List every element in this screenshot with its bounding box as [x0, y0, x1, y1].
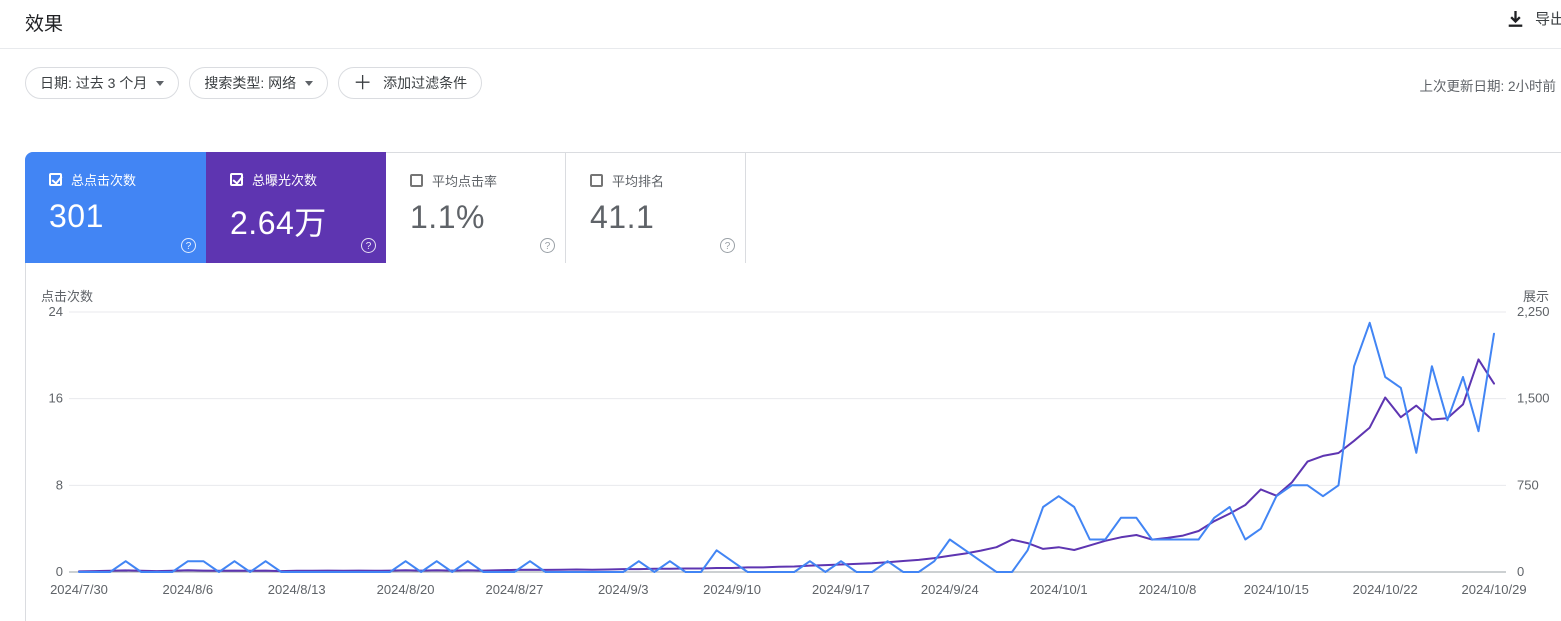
x-axis-tick: 2024/9/17 — [812, 582, 870, 597]
x-axis-tick: 2024/10/15 — [1244, 582, 1309, 597]
date-filter-label: 日期: 过去 3 个月 — [40, 75, 148, 91]
y-left-tick: 24 — [49, 304, 63, 319]
add-filter-label: 添加过滤条件 — [383, 75, 468, 91]
plus-icon: ＋ — [353, 72, 373, 94]
x-axis-tick: 2024/9/24 — [921, 582, 979, 597]
search-type-label: 搜索类型: 网络 — [204, 75, 297, 91]
x-axis-tick: 2024/10/29 — [1462, 582, 1527, 597]
y-right-tick: 1,500 — [1517, 391, 1550, 406]
y-left-tick: 0 — [56, 564, 63, 579]
x-axis-tick: 2024/10/8 — [1139, 582, 1197, 597]
add-filter-chip[interactable]: ＋ 添加过滤条件 — [338, 67, 483, 99]
x-axis-tick: 2024/8/20 — [377, 582, 435, 597]
chevron-down-icon — [305, 81, 314, 86]
x-axis-tick: 2024/8/6 — [163, 582, 214, 597]
y-right-axis-title: 展示 — [1523, 289, 1549, 304]
x-axis-tick: 2024/7/30 — [50, 582, 108, 597]
x-axis-tick: 2024/8/27 — [485, 582, 543, 597]
y-left-tick: 16 — [49, 391, 63, 406]
y-right-tick: 2,250 — [1517, 304, 1550, 319]
impressions-line — [78, 358, 1495, 573]
date-filter-chip[interactable]: 日期: 过去 3 个月 — [25, 67, 180, 99]
last-updated-text: 上次更新日期: 2小时前 — [1419, 79, 1556, 94]
x-axis-tick: 2024/9/10 — [703, 582, 761, 597]
x-axis-tick: 2024/9/3 — [598, 582, 649, 597]
export-button[interactable]: 导出 — [1506, 8, 1561, 29]
chevron-down-icon — [156, 81, 165, 86]
y-left-tick: 8 — [56, 477, 63, 492]
x-axis-tick: 2024/10/1 — [1030, 582, 1088, 597]
download-icon — [1506, 9, 1525, 28]
performance-chart[interactable]: 0 8 16 24 0 750 1,500 2,250 点击次数 展示 2024/7/30 2024/… — [26, 153, 1561, 621]
x-axis-tick: 2024/10/22 — [1353, 582, 1418, 597]
export-label: 导出 — [1535, 11, 1561, 28]
header-divider — [0, 48, 1561, 49]
y-right-tick: 750 — [1517, 477, 1539, 492]
page-title: 效果 — [25, 14, 64, 35]
performance-panel: 总点击次数 301 ? 总曝光次数 2.64万 ? 平均点击率 1.1% ? 平… — [25, 152, 1561, 621]
clicks-line — [78, 321, 1495, 573]
search-type-filter-chip[interactable]: 搜索类型: 网络 — [189, 67, 329, 99]
x-axis-tick: 2024/8/13 — [268, 582, 326, 597]
filter-bar: 日期: 过去 3 个月 搜索类型: 网络 ＋ 添加过滤条件 — [25, 67, 483, 99]
y-left-axis-title: 点击次数 — [41, 289, 93, 304]
y-right-tick: 0 — [1517, 564, 1524, 579]
